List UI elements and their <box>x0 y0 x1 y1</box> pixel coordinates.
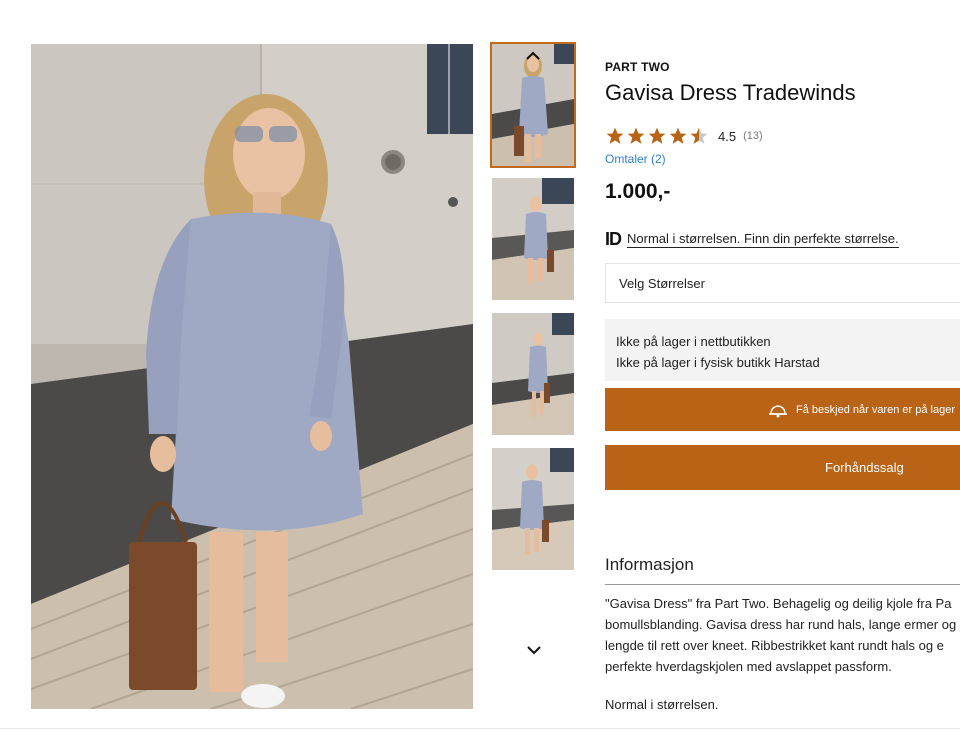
star-icon <box>648 127 666 144</box>
stock-online: Ikke på lager i nettbutikken <box>616 334 771 349</box>
stock-status: Ikke på lager i nettbutikken Ikke på lag… <box>605 319 960 381</box>
thumbnail-1[interactable] <box>490 42 576 168</box>
size-select[interactable]: Velg Størrelser <box>605 263 960 303</box>
half-star-icon <box>690 127 708 144</box>
thumbnail-3[interactable] <box>492 313 574 435</box>
size-guide-link[interactable]: Normal i størrelsen. Finn din perfekte s… <box>627 231 899 248</box>
divider <box>0 728 960 729</box>
divider <box>605 584 960 585</box>
product-title: Gavisa Dress Tradewinds <box>605 80 856 105</box>
stock-store: Ikke på lager i fysisk butikk Harstad <box>616 355 820 370</box>
size-hint[interactable]: ID Normal i størrelsen. Finn din perfekt… <box>605 229 899 250</box>
star-icon <box>606 127 624 144</box>
reviews-link[interactable]: Omtaler (2) <box>605 152 666 166</box>
notify-when-in-stock-button[interactable]: Få beskjed når varen er på lager <box>605 388 960 431</box>
chevron-down-icon[interactable] <box>524 640 544 660</box>
id-icon: ID <box>605 229 622 249</box>
size-note: Normal i størrelsen. <box>605 697 719 712</box>
star-icon <box>627 127 645 144</box>
description-line: lengde til rett over kneet. Ribbestrikke… <box>605 638 944 653</box>
rating-count: (13) <box>743 130 763 142</box>
preorder-button[interactable]: Forhåndssalg <box>605 445 960 490</box>
notify-button-label: Få beskjed når varen er på lager <box>796 403 955 416</box>
information-description: "Gavisa Dress" fra Part Two. Behagelig o… <box>605 593 960 677</box>
information-heading: Informasjon <box>605 555 694 574</box>
product-price: 1.000,- <box>605 180 671 203</box>
thumbnail-4[interactable] <box>492 448 574 570</box>
chevron-up-icon[interactable] <box>524 49 542 61</box>
brand-name[interactable]: PART TWO <box>605 60 670 74</box>
description-line: bomullsblanding. Gavisa dress har rund h… <box>605 617 957 632</box>
thumbnail-2[interactable] <box>492 178 574 300</box>
rating[interactable]: 4.5 (13) <box>605 125 763 147</box>
rating-value: 4.5 <box>718 128 737 144</box>
description-line: "Gavisa Dress" fra Part Two. Behagelig o… <box>605 596 952 611</box>
star-rating <box>605 126 709 146</box>
description-line: perfekte hverdagskjolen med avslappet pa… <box>605 659 892 674</box>
main-product-image[interactable] <box>31 44 473 709</box>
bell-icon <box>767 402 789 418</box>
product-page: PART TWO Gavisa Dress Tradewinds 4.5 (13… <box>0 0 960 732</box>
star-icon <box>669 127 687 144</box>
